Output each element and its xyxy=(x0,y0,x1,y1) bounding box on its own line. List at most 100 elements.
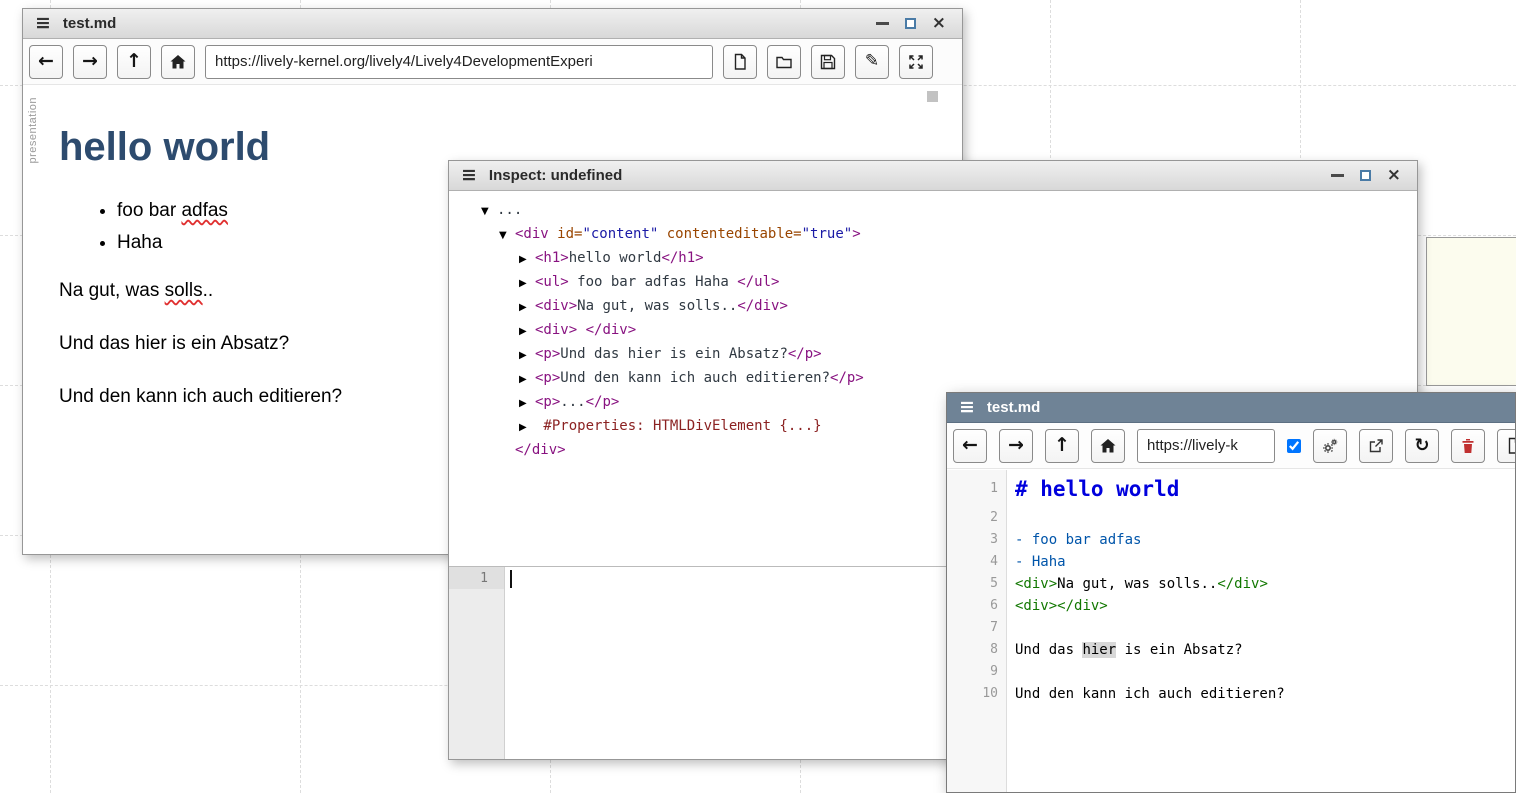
tree-node[interactable]: ▶<div>Na gut, was solls..</div> xyxy=(449,295,1417,319)
expand-arrow-icon[interactable]: ▶ xyxy=(519,321,535,343)
code-line[interactable]: 4- Haha xyxy=(947,551,1515,573)
text-segment: Und den kann ich auch editieren? xyxy=(59,386,342,407)
minimize-button[interactable] xyxy=(1331,174,1344,177)
text-segment: <div> xyxy=(1015,576,1057,592)
tree-node[interactable]: ▶<div> </div> xyxy=(449,319,1417,343)
line-number: 6 xyxy=(947,595,1007,617)
file-icon xyxy=(1505,437,1515,455)
folder-button[interactable] xyxy=(767,45,801,79)
line-number: 5 xyxy=(947,573,1007,595)
expand-arrow-icon[interactable]: ▶ xyxy=(519,273,535,295)
back-button[interactable]: ← xyxy=(29,45,63,79)
home-icon xyxy=(169,53,187,71)
code-line[interactable]: 9 xyxy=(947,661,1515,683)
text-segment: is ein Absatz? xyxy=(1116,642,1242,658)
maximize-button[interactable] xyxy=(1360,170,1371,181)
back-button[interactable]: ← xyxy=(953,429,987,463)
text-segment: <p> xyxy=(535,394,560,410)
window-title: Inspect: undefined xyxy=(489,167,622,184)
settings-button[interactable] xyxy=(1313,429,1347,463)
window-title: test.md xyxy=(987,399,1040,416)
text-segment: </div> xyxy=(737,298,788,314)
tree-node[interactable]: ▶<ul> foo bar adfas Haha </ul> xyxy=(449,271,1417,295)
line-number: 1 xyxy=(449,567,504,589)
new-file-button[interactable] xyxy=(1497,429,1515,463)
editor-toolbar: ← → ↑ ↻ xyxy=(947,423,1515,469)
new-file-button[interactable] xyxy=(723,45,757,79)
expand-arrow-icon[interactable]: ▶ xyxy=(519,417,535,439)
expand-arrow-icon[interactable]: ▶ xyxy=(519,393,535,415)
expand-button[interactable] xyxy=(899,45,933,79)
code-line[interactable]: 2 xyxy=(947,507,1515,529)
tree-node[interactable]: ▼... xyxy=(449,199,1417,223)
code-text: - foo bar adfas xyxy=(1007,529,1515,551)
code-line[interactable]: 10Und den kann ich auch editieren? xyxy=(947,683,1515,705)
text-segment: adfas xyxy=(181,200,227,221)
presentation-label: presentation xyxy=(27,97,39,164)
up-button[interactable]: ↑ xyxy=(1045,429,1079,463)
text-segment: foo bar adfas Haha xyxy=(569,274,738,290)
console-gutter: 1 xyxy=(449,567,505,759)
save-button[interactable] xyxy=(811,45,845,79)
window-title: test.md xyxy=(63,15,116,32)
code-editor[interactable]: 1# hello world23- foo bar adfas4- Haha5<… xyxy=(947,470,1515,792)
up-button[interactable]: ↑ xyxy=(117,45,151,79)
partial-window[interactable] xyxy=(1426,237,1516,386)
expand-arrow-icon[interactable]: ▶ xyxy=(519,297,535,319)
open-external-button[interactable] xyxy=(1359,429,1393,463)
code-line[interactable]: 3- foo bar adfas xyxy=(947,529,1515,551)
save-icon xyxy=(819,53,837,71)
expand-arrow-icon[interactable]: ▶ xyxy=(519,249,535,271)
minimize-button[interactable] xyxy=(876,22,889,25)
collapse-arrow-icon[interactable]: ▼ xyxy=(481,201,497,223)
editor-window-titlebar[interactable]: ≡ test.md xyxy=(947,393,1515,423)
home-button[interactable] xyxy=(1091,429,1125,463)
tree-node[interactable]: ▶<p>Und den kann ich auch editieren?</p> xyxy=(449,367,1417,391)
close-button[interactable]: × xyxy=(1387,167,1401,184)
trash-icon xyxy=(1459,437,1477,455)
markdown-window-titlebar[interactable]: ≡ test.md × xyxy=(23,9,962,39)
gear-icon xyxy=(1321,437,1339,455)
tree-node[interactable]: ▶<p>Und das hier is ein Absatz?</p> xyxy=(449,343,1417,367)
expand-arrow-icon[interactable]: ▶ xyxy=(519,345,535,367)
text-segment: </div> xyxy=(515,442,566,458)
code-line[interactable]: 1# hello world xyxy=(947,474,1515,507)
text-segment: Und den kann ich auch editieren? xyxy=(1015,686,1285,702)
code-line[interactable]: 5<div>Na gut, was solls..</div> xyxy=(947,573,1515,595)
expand-arrow-icon[interactable]: ▶ xyxy=(519,369,535,391)
forward-button[interactable]: → xyxy=(73,45,107,79)
edit-button[interactable]: ✎ xyxy=(855,45,889,79)
tree-node[interactable]: ▼<div id="content" contenteditable="true… xyxy=(449,223,1417,247)
up-icon: ↑ xyxy=(126,52,142,71)
tree-node[interactable]: ▶<h1>hello world</h1> xyxy=(449,247,1417,271)
code-line[interactable]: 8Und das hier is ein Absatz? xyxy=(947,639,1515,661)
code-text: <div></div> xyxy=(1007,595,1515,617)
menu-icon[interactable]: ≡ xyxy=(35,14,51,33)
window-controls: × xyxy=(876,15,950,32)
menu-icon[interactable]: ≡ xyxy=(461,166,477,185)
forward-button[interactable]: → xyxy=(999,429,1033,463)
refresh-icon: ↻ xyxy=(1414,437,1429,455)
collapse-arrow-icon[interactable]: ▼ xyxy=(499,225,515,247)
folder-icon xyxy=(775,53,793,71)
code-text: # hello world xyxy=(1007,474,1515,507)
menu-icon[interactable]: ≡ xyxy=(959,398,975,417)
delete-button[interactable] xyxy=(1451,429,1485,463)
text-segment: solls xyxy=(165,280,203,301)
home-icon xyxy=(1099,437,1117,455)
home-button[interactable] xyxy=(161,45,195,79)
refresh-button[interactable]: ↻ xyxy=(1405,429,1439,463)
url-input[interactable] xyxy=(205,45,713,79)
text-segment: "true" xyxy=(802,226,853,242)
scroll-handle[interactable] xyxy=(927,91,938,102)
text-segment: hello world xyxy=(569,250,662,266)
close-button[interactable]: × xyxy=(932,15,946,32)
text-segment: > xyxy=(852,226,860,242)
maximize-button[interactable] xyxy=(905,18,916,29)
code-line[interactable]: 7 xyxy=(947,617,1515,639)
url-input[interactable] xyxy=(1137,429,1275,463)
inspector-window-titlebar[interactable]: ≡ Inspect: undefined × xyxy=(449,161,1417,191)
code-line[interactable]: 6<div></div> xyxy=(947,595,1515,617)
code-text xyxy=(1007,617,1515,639)
auto-update-checkbox[interactable] xyxy=(1287,439,1301,453)
